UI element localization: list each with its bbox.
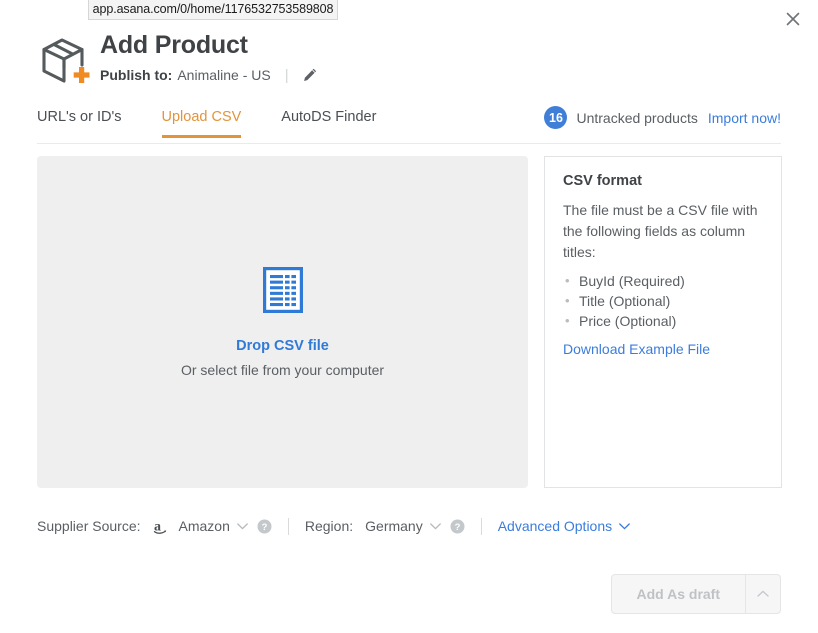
region-label: Region: xyxy=(304,518,354,534)
page-title: Add Product xyxy=(100,31,248,59)
csv-format-heading: CSV format xyxy=(563,173,642,189)
divider xyxy=(287,517,289,535)
dialog-header: Add Product Publish to: Animaline - US | xyxy=(0,24,818,96)
publish-to-label: Publish to: xyxy=(100,67,173,83)
untracked-products-notice: 16 Untracked products Import now! xyxy=(544,106,781,129)
supplier-source-value[interactable]: Amazon xyxy=(179,518,230,534)
svg-text:?: ? xyxy=(261,522,267,533)
csv-dropzone[interactable]: Drop CSV file Or select file from your c… xyxy=(37,156,528,488)
advanced-options-label: Advanced Options xyxy=(497,518,613,534)
publish-to-row: Publish to: Animaline - US | xyxy=(100,66,319,84)
csv-format-panel: CSV format The file must be a CSV file w… xyxy=(544,156,782,488)
add-as-draft-button-group[interactable]: Add As draft xyxy=(610,574,781,614)
import-now-link[interactable]: Import now! xyxy=(708,110,781,126)
csv-field-list: BuyId (Required) Title (Optional) Price … xyxy=(563,271,763,331)
supplier-source-label: Supplier Source: xyxy=(37,518,141,534)
region-help-icon[interactable]: ? xyxy=(450,519,465,534)
tab-urls-or-ids[interactable]: URL's or ID's xyxy=(37,104,122,138)
divider: | xyxy=(284,66,289,84)
add-as-draft-button[interactable]: Add As draft xyxy=(612,575,745,613)
region-value[interactable]: Germany xyxy=(365,518,423,534)
tab-upload-csv[interactable]: Upload CSV xyxy=(161,104,241,138)
publish-to-value: Animaline - US xyxy=(177,67,271,83)
options-bar: Supplier Source: a Amazon ? Region: Germ… xyxy=(37,514,630,538)
tab-bar: URL's or ID's Upload CSV AutoDS Finder 1… xyxy=(0,104,818,144)
chevron-down-icon[interactable] xyxy=(429,522,441,530)
tab-bar-divider xyxy=(37,143,781,144)
divider xyxy=(480,517,482,535)
csv-file-icon xyxy=(262,266,303,318)
browser-status-url: app.asana.com/0/home/1176532753589808 xyxy=(88,0,338,20)
download-example-file-link[interactable]: Download Example File xyxy=(563,341,710,357)
chevron-up-icon[interactable] xyxy=(745,575,780,613)
pencil-icon[interactable] xyxy=(301,66,319,84)
close-icon[interactable] xyxy=(782,8,804,30)
list-item: Title (Optional) xyxy=(563,291,763,311)
list-item: BuyId (Required) xyxy=(563,271,763,291)
supplier-help-icon[interactable]: ? xyxy=(257,519,272,534)
package-plus-icon xyxy=(38,34,92,88)
csv-format-description: The file must be a CSV file with the fol… xyxy=(563,202,758,260)
chevron-down-icon[interactable] xyxy=(237,522,248,530)
svg-text:?: ? xyxy=(454,522,460,533)
dropzone-title: Drop CSV file xyxy=(236,337,329,354)
chevron-down-icon xyxy=(619,522,630,530)
amazon-logo-icon: a xyxy=(153,518,172,535)
untracked-label: Untracked products xyxy=(576,109,698,126)
untracked-count-badge: 16 xyxy=(544,106,568,129)
tab-autods-finder[interactable]: AutoDS Finder xyxy=(281,104,376,138)
advanced-options-link[interactable]: Advanced Options xyxy=(498,518,630,534)
dropzone-subtitle: Or select file from your computer xyxy=(180,361,385,378)
list-item: Price (Optional) xyxy=(563,311,763,331)
